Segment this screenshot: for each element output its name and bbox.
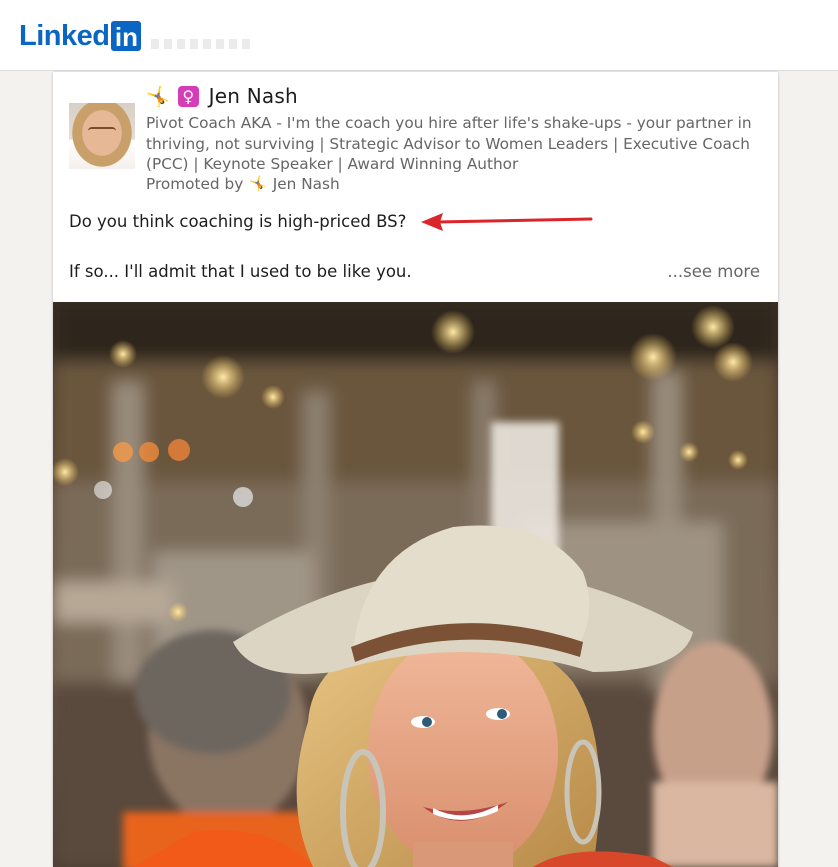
top-navigation-bar: Linked in [0,0,838,71]
gymnast-emoji-icon: 🤸 [249,176,267,192]
post-text-line-2: If so... I'll admit that I used to be li… [69,262,412,281]
logo-wordmark: Linked [19,20,110,52]
blurred-header-text [151,39,252,49]
author-name-row[interactable]: 🤸 ♀ Jen Nash [146,84,298,108]
author-headline: Pivot Coach AKA - I'm the coach you hire… [146,114,752,173]
post-photo-illustration [53,302,778,867]
red-arrow-icon [421,213,593,231]
gymnast-emoji-icon: 🤸 [146,85,170,108]
promoted-by-line: Promoted by 🤸 Jen Nash [146,175,340,193]
author-name[interactable]: Jen Nash [209,84,298,108]
sponsored-post-card: 🤸 ♀ Jen Nash Pivot Coach AKA - I'm the c… [53,72,778,867]
linkedin-logo[interactable]: Linked in [19,20,252,52]
logo-in-box: in [111,21,142,52]
female-sign-emoji-icon: ♀ [177,85,199,107]
post-image[interactable] [53,302,778,867]
avatar-glasses-shape [88,127,116,137]
promoted-label: Promoted by [146,175,244,193]
see-more-link[interactable]: ...see more [667,262,760,281]
post-text-line-1: Do you think coaching is high-priced BS? [69,212,407,231]
promoted-name[interactable]: Jen Nash [273,175,340,193]
author-avatar[interactable] [69,103,135,169]
